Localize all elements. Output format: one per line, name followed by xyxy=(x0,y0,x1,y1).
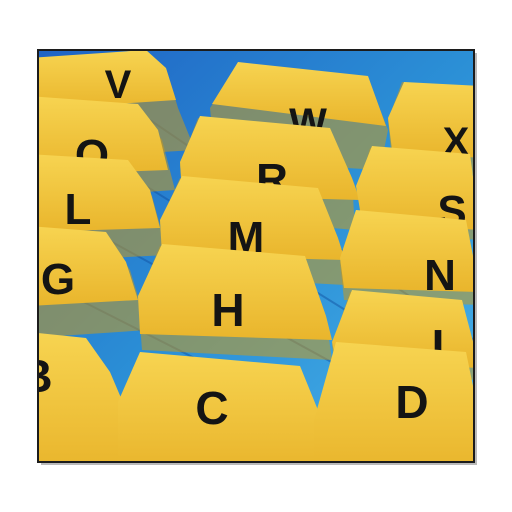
tab-d: D xyxy=(314,342,474,462)
tab-letter: G xyxy=(41,255,75,304)
folder-tabs-photo: V W X Q R S L M N G H I C D xyxy=(0,0,512,512)
tab-h: H xyxy=(138,244,332,360)
tab-letter: D xyxy=(395,376,428,428)
tab-c: C xyxy=(118,352,322,462)
tab-letter: H xyxy=(211,284,244,336)
tab-n: N xyxy=(340,210,474,305)
tab-letter: N xyxy=(424,251,456,300)
tab-letter: V xyxy=(105,63,132,107)
tab-letter: L xyxy=(65,185,92,234)
tab-letter: C xyxy=(195,382,228,434)
